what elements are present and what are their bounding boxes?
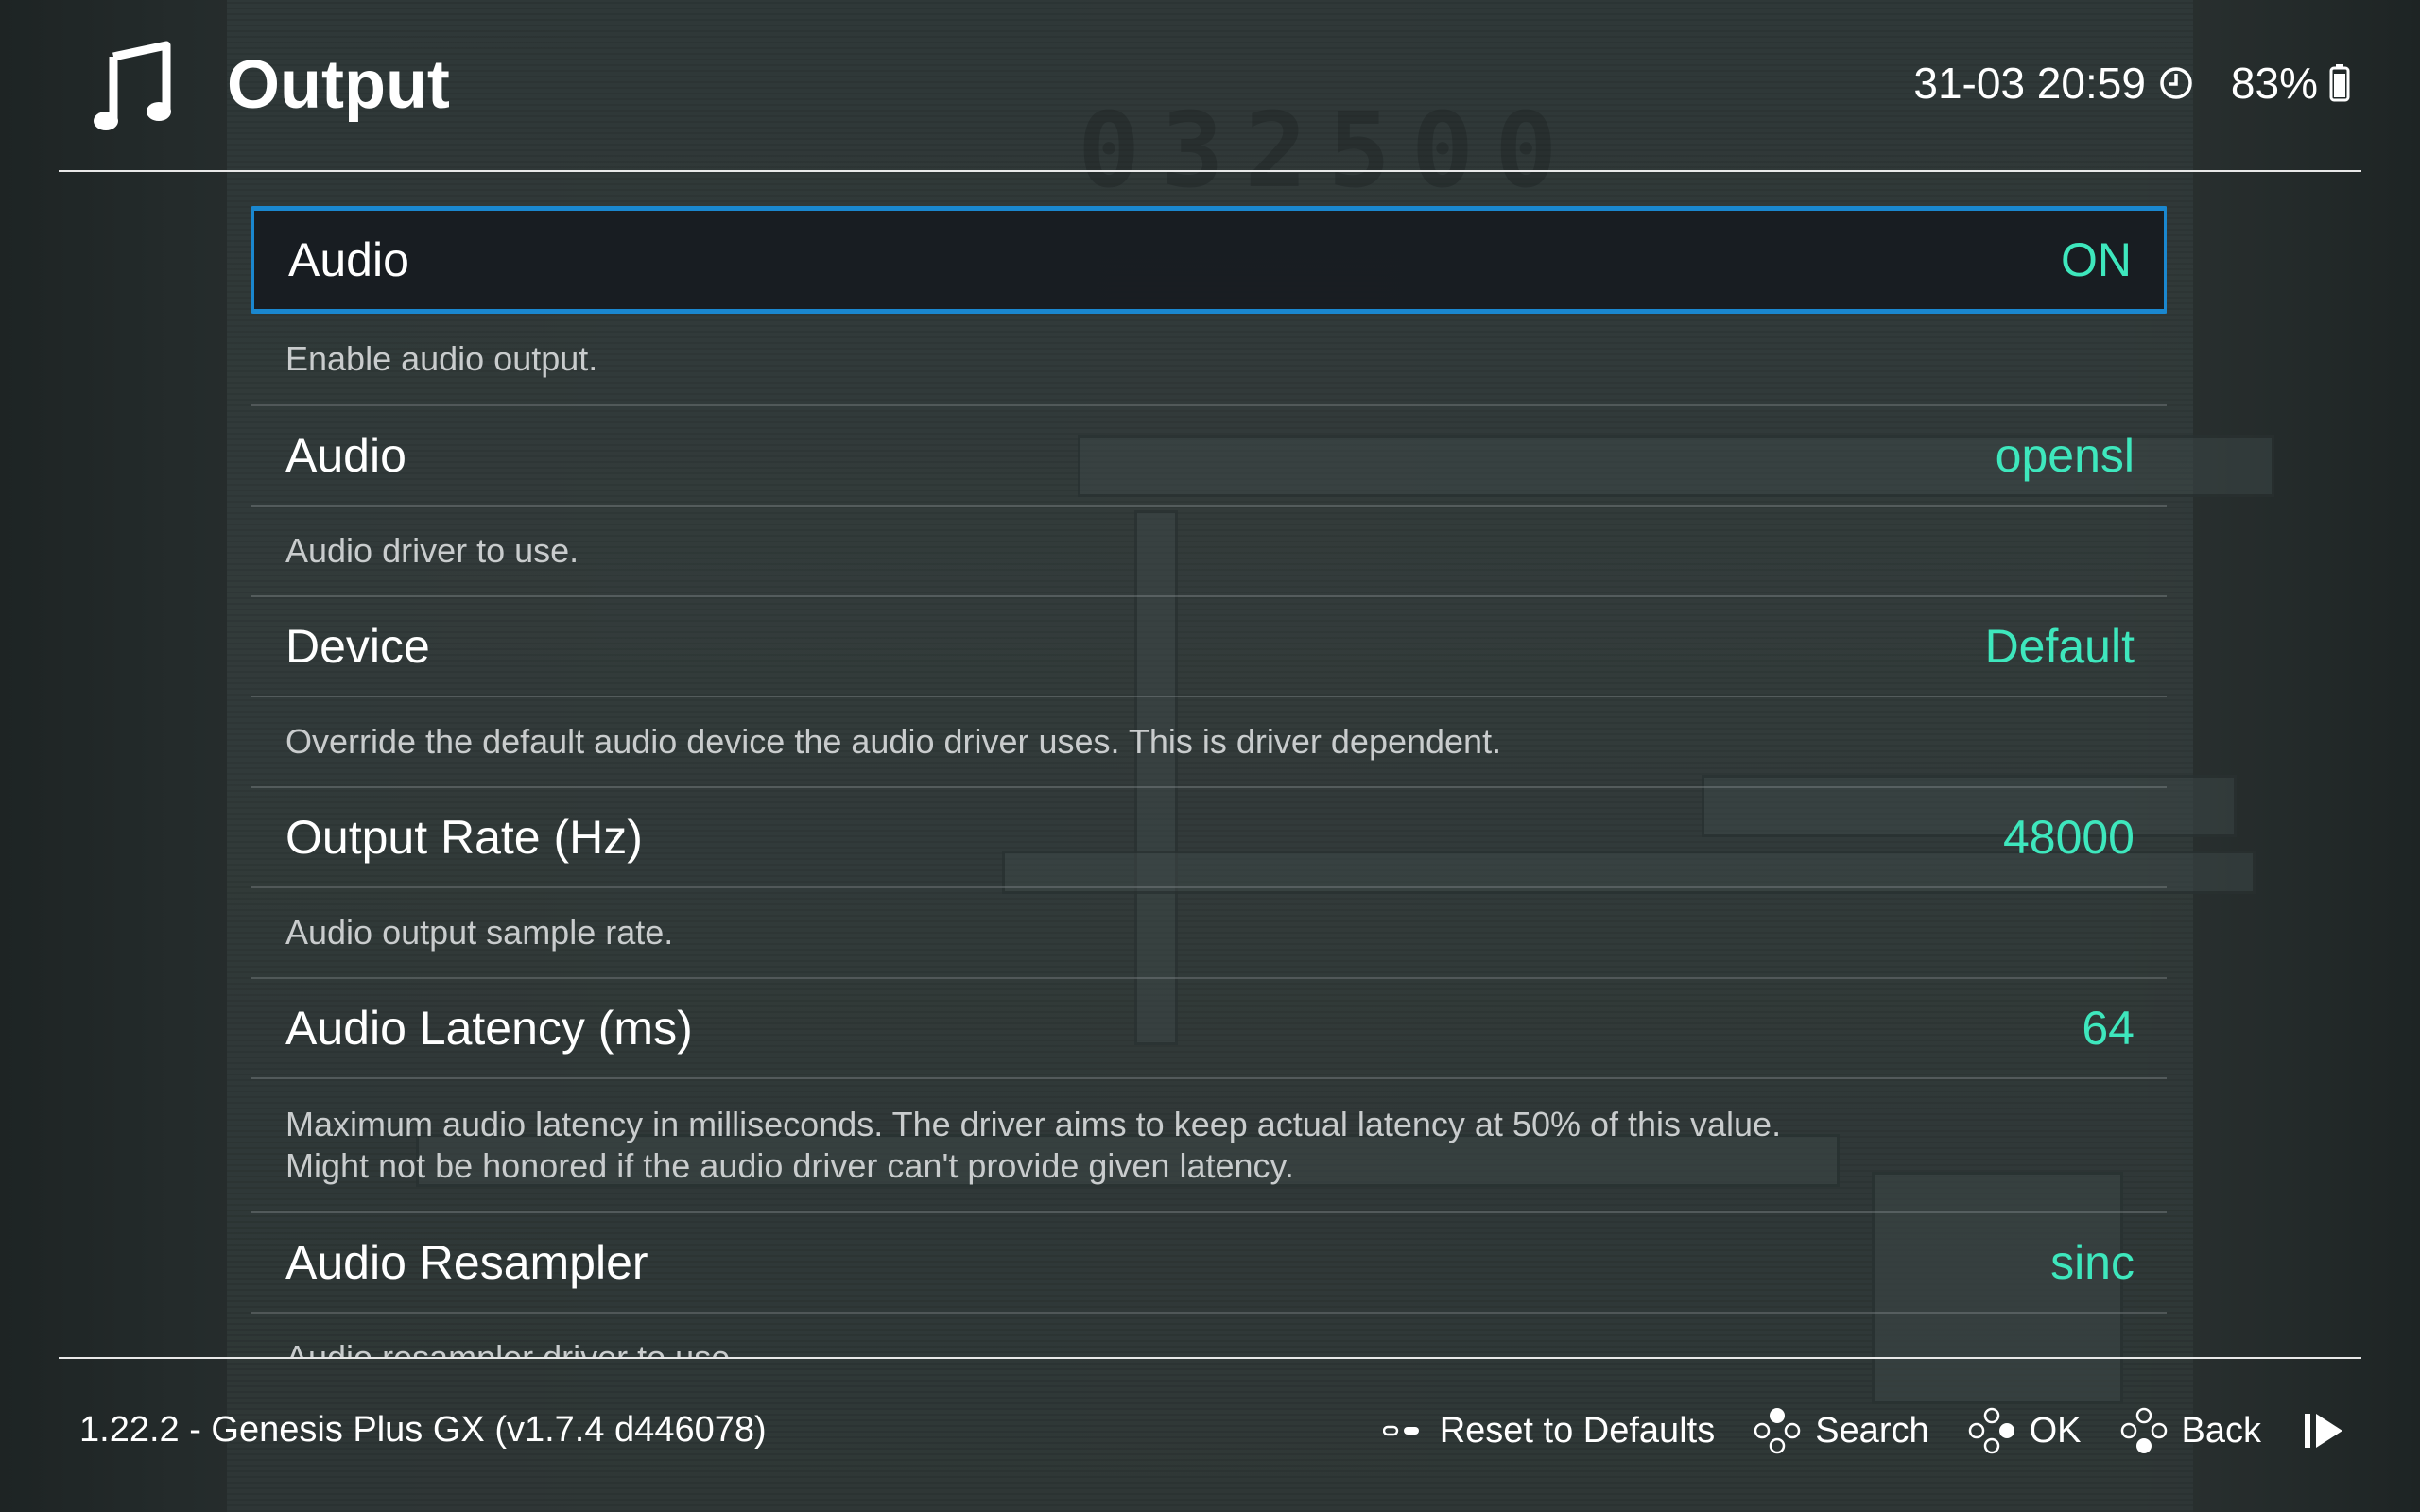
header-divider bbox=[59, 170, 2361, 172]
setting-label: Device bbox=[285, 620, 430, 673]
setting-value: 48000 bbox=[2002, 811, 2135, 864]
battery-icon bbox=[2329, 64, 2350, 102]
setting-label: Output Rate (Hz) bbox=[285, 811, 643, 864]
footer-divider bbox=[59, 1357, 2361, 1359]
reset-defaults-label: Reset to Defaults bbox=[1439, 1410, 1716, 1451]
setting-value: opensl bbox=[1995, 429, 2135, 482]
setting-description: Override the default audio device the au… bbox=[251, 696, 2167, 788]
face-buttons-top-icon bbox=[1754, 1408, 1801, 1454]
setting-description: Audio driver to use. bbox=[251, 505, 2167, 597]
setting-audio-driver[interactable]: Audio opensl bbox=[251, 406, 2167, 505]
ok-action[interactable]: OK bbox=[1967, 1406, 2082, 1455]
back-label: Back bbox=[2181, 1410, 2261, 1451]
setting-audio-latency[interactable]: Audio Latency (ms) 64 bbox=[251, 979, 2167, 1077]
reset-defaults-action[interactable]: Reset to Defaults bbox=[1382, 1410, 1716, 1452]
setting-description: Audio resampler driver to use. bbox=[251, 1312, 2167, 1359]
back-action[interactable]: Back bbox=[2119, 1406, 2261, 1455]
resume-content-icon[interactable] bbox=[2303, 1410, 2344, 1452]
page-title: Output bbox=[227, 47, 450, 123]
search-action[interactable]: Search bbox=[1753, 1406, 1929, 1455]
settings-list[interactable]: Audio ON Enable audio output. Audio open… bbox=[251, 206, 2167, 1359]
datetime-text: 31-03 20:59 bbox=[1913, 59, 2146, 108]
setting-description: Audio output sample rate. bbox=[251, 886, 2167, 979]
setting-label: Audio bbox=[288, 233, 409, 286]
face-buttons-bottom-icon bbox=[2120, 1407, 2167, 1453]
setting-label: Audio Latency (ms) bbox=[285, 1002, 693, 1055]
setting-value: ON bbox=[2061, 233, 2132, 286]
setting-description: Enable audio output. bbox=[251, 314, 2167, 406]
music-note-icon bbox=[94, 41, 171, 130]
footer: 1.22.2 - Genesis Plus GX (v1.7.4 d446078… bbox=[59, 1361, 2361, 1512]
setting-audio-device[interactable]: Device Default bbox=[251, 597, 2167, 696]
setting-value: sinc bbox=[2050, 1236, 2135, 1289]
setting-audio-enable[interactable]: Audio ON bbox=[251, 206, 2167, 314]
setting-description: Maximum audio latency in milliseconds. T… bbox=[251, 1077, 2167, 1213]
setting-audio-resampler[interactable]: Audio Resampler sinc bbox=[251, 1213, 2167, 1312]
ok-label: OK bbox=[2029, 1410, 2082, 1451]
core-version: 1.22.2 - Genesis Plus GX (v1.7.4 d446078… bbox=[79, 1410, 767, 1450]
status-area: 31-03 20:59 83% bbox=[1913, 53, 2350, 113]
setting-value: 64 bbox=[2082, 1002, 2135, 1055]
setting-label: Audio bbox=[285, 429, 406, 482]
setting-value: Default bbox=[1984, 620, 2135, 673]
clock-icon bbox=[2160, 67, 2192, 99]
face-buttons-right-icon bbox=[1968, 1407, 2014, 1454]
battery-percent: 83% bbox=[2230, 59, 2318, 108]
header: Output 31-03 20:59 83% bbox=[59, 0, 2361, 170]
setting-output-rate[interactable]: Output Rate (Hz) 48000 bbox=[251, 788, 2167, 886]
select-button-icon bbox=[1382, 1425, 1419, 1436]
search-label: Search bbox=[1815, 1410, 1929, 1451]
menu-screen: 032500 Output 31-03 20:59 83% Audio ON E… bbox=[0, 0, 2420, 1512]
setting-label: Audio Resampler bbox=[285, 1236, 648, 1289]
button-hints: Reset to Defaults Search OK Back bbox=[1345, 1406, 2344, 1455]
